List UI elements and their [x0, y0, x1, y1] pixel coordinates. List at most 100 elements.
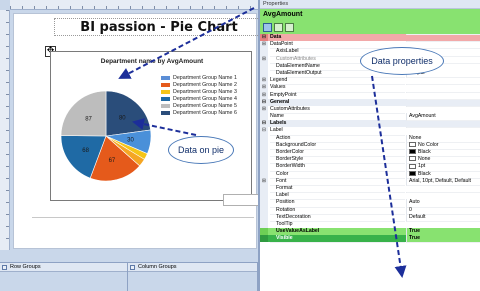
property-row[interactable]: ⊟ Labels — [260, 120, 480, 128]
property-value[interactable] — [406, 105, 480, 107]
alphabetical-icon[interactable] — [274, 23, 283, 32]
categorized-icon[interactable] — [263, 23, 272, 32]
color-swatch-icon — [409, 141, 416, 147]
legend-item[interactable]: Department Group Name 2 — [161, 81, 253, 88]
legend-item[interactable]: Department Group Name 3 — [161, 88, 253, 95]
property-value[interactable] — [406, 192, 480, 194]
column-groups-icon — [130, 265, 135, 270]
property-row[interactable]: Label — [260, 192, 480, 201]
property-value[interactable] — [406, 127, 480, 129]
pie-data-label: 87 — [85, 116, 92, 122]
property-row[interactable]: ⊞ CustomAttributes — [260, 105, 480, 115]
property-value[interactable] — [406, 220, 480, 222]
report-designer: BI passion - Pie Chart ✥ Department name… — [0, 0, 258, 262]
column-groups-pane[interactable]: Column Groups — [128, 263, 258, 291]
legend-label: Department Group Name 3 — [173, 88, 237, 95]
property-value[interactable] — [406, 41, 480, 43]
property-row[interactable]: UseValueAsLabel True — [260, 228, 480, 237]
column-groups-label: Column Groups — [138, 264, 177, 270]
chart-legend[interactable]: Department Group Name 1 Department Group … — [161, 74, 253, 116]
vertical-ruler — [0, 10, 10, 250]
property-row[interactable]: Name AvgAmount — [260, 113, 480, 122]
legend-swatch — [161, 103, 170, 108]
property-row[interactable]: ⊞ Values — [260, 84, 480, 93]
property-value[interactable] — [406, 120, 480, 122]
row-gutter — [260, 228, 268, 236]
properties-toolbar — [260, 21, 480, 34]
property-row[interactable]: Color Black — [260, 170, 480, 179]
report-body[interactable]: BI passion - Pie Chart ✥ Department name… — [13, 13, 258, 249]
row-gutter — [260, 69, 268, 78]
expand-toggle-icon[interactable]: ⊟ — [260, 98, 268, 106]
legend-label: Department Group Name 4 — [173, 95, 237, 102]
legend-label: Department Group Name 6 — [173, 109, 237, 116]
property-row[interactable]: Action None — [260, 134, 480, 143]
property-row[interactable]: ⊞ EmptyPoint — [260, 91, 480, 100]
property-value[interactable] — [406, 84, 480, 86]
property-value[interactable] — [406, 98, 480, 100]
expand-toggle-icon[interactable]: ⊞ — [260, 84, 268, 92]
legend-item[interactable]: Department Group Name 6 — [161, 109, 253, 116]
property-value[interactable] — [406, 77, 480, 79]
color-swatch-icon — [409, 163, 416, 169]
expand-toggle-icon[interactable]: ⊞ — [260, 41, 268, 49]
expand-toggle-icon[interactable]: ⊞ — [260, 91, 268, 99]
pie-data-label: 68 — [82, 148, 89, 154]
row-gutter — [260, 134, 268, 142]
row-gutter — [260, 113, 268, 121]
property-value[interactable] — [406, 184, 480, 186]
property-row[interactable]: DataElementOutputOutput — [260, 69, 480, 79]
property-row[interactable]: Rotation 0 — [260, 206, 480, 215]
expand-toggle-icon[interactable]: ⊞ — [260, 77, 268, 85]
row-groups-pane[interactable]: Row Groups — [0, 263, 128, 291]
property-pages-icon[interactable] — [285, 23, 294, 32]
pie-data-label: 80 — [119, 115, 126, 121]
property-value[interactable] — [406, 91, 480, 93]
property-row[interactable]: ⊟ Data — [260, 34, 480, 42]
page-number-textbox[interactable]: [& — [223, 194, 258, 206]
legend-item[interactable]: Department Group Name 5 — [161, 102, 253, 109]
color-swatch-icon — [409, 149, 416, 155]
property-row[interactable]: ⊟ General — [260, 98, 480, 106]
property-row[interactable]: Visible True — [260, 235, 480, 244]
legend-label: Department Group Name 2 — [173, 81, 237, 88]
property-row[interactable]: ToolTip — [260, 220, 480, 230]
expand-toggle-icon[interactable]: ⊟ — [260, 127, 268, 135]
color-swatch-icon — [409, 170, 416, 176]
expand-toggle-icon[interactable]: ⊞ — [260, 105, 268, 114]
pie-chart[interactable]: Department name by AvgAmount 80 30 67 68 87 … — [50, 51, 252, 201]
pie-slice[interactable] — [105, 90, 151, 137]
property-value[interactable]: True — [406, 235, 480, 244]
row-gutter — [260, 163, 268, 171]
selected-object-name[interactable]: AvgAmount — [260, 9, 480, 21]
legend-swatch — [161, 75, 170, 80]
properties-title: Properties — [260, 0, 480, 9]
property-row[interactable]: BorderStyle None — [260, 156, 480, 165]
legend-item[interactable]: Department Group Name 4 — [161, 95, 253, 102]
legend-item[interactable]: Department Group Name 1 — [161, 74, 253, 81]
row-gutter — [260, 235, 268, 243]
legend-swatch — [161, 96, 170, 101]
report-title-textbox[interactable]: BI passion - Pie Chart — [54, 18, 258, 36]
property-row[interactable]: BackgroundColor No Color — [260, 141, 480, 151]
expand-toggle-icon[interactable]: ⊟ — [260, 34, 268, 42]
row-gutter — [260, 184, 268, 193]
expand-toggle-icon[interactable]: ⊟ — [260, 120, 268, 128]
property-row[interactable]: BorderWidth 1pt — [260, 163, 480, 172]
expand-toggle-icon[interactable]: ⊞ — [260, 177, 268, 185]
property-row[interactable]: Position Auto — [260, 199, 480, 208]
row-groups-icon — [2, 265, 7, 270]
row-gutter — [260, 213, 268, 221]
row-groups-header: Row Groups — [0, 263, 127, 272]
property-row[interactable]: TextDecoration Default — [260, 213, 480, 222]
property-value[interactable] — [406, 34, 480, 35]
property-row[interactable]: BorderColor Black — [260, 149, 480, 158]
property-row[interactable]: Format — [260, 184, 480, 194]
property-row[interactable]: ⊞ Legend — [260, 77, 480, 86]
property-row[interactable]: ⊞ Font Arial, 10pt, Default, Default — [260, 177, 480, 186]
expand-toggle-icon[interactable]: ⊞ — [260, 55, 268, 63]
pie-slice[interactable] — [60, 90, 107, 137]
property-row[interactable]: ⊟ Label — [260, 127, 480, 136]
row-gutter — [260, 48, 268, 56]
property-row[interactable]: ⊞ DataPoint — [260, 41, 480, 50]
